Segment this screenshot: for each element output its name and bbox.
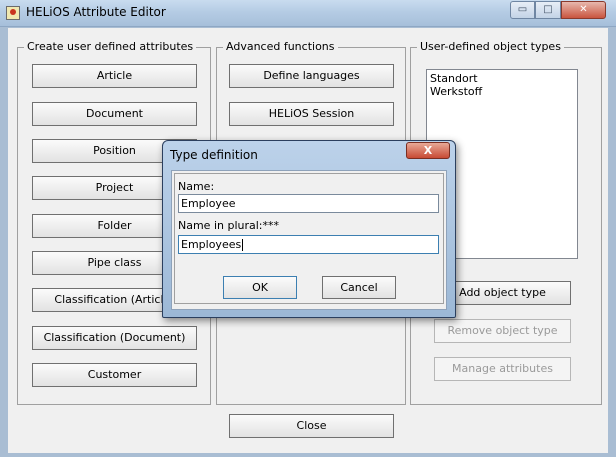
document-button[interactable]: Document [32, 102, 197, 126]
dialog-body: Name: Employee Name in plural:*** Employ… [171, 170, 447, 310]
maximize-icon: □ [543, 4, 553, 15]
text-caret [242, 239, 244, 251]
close-button[interactable]: Close [229, 414, 394, 438]
close-icon: X [423, 144, 433, 157]
classification-document-button[interactable]: Classification (Document) [32, 326, 197, 350]
window-title: HELiOS Attribute Editor [26, 5, 166, 19]
list-item[interactable]: Standort [430, 72, 574, 85]
dialog-close-button[interactable]: X [406, 142, 450, 159]
remove-object-type-button[interactable]: Remove object type [434, 319, 571, 343]
cancel-button[interactable]: Cancel [322, 276, 396, 299]
article-button[interactable]: Article [32, 64, 197, 88]
minimize-button[interactable]: ▭ [510, 1, 535, 19]
plural-name-label: Name in plural:*** [178, 219, 280, 232]
object-types-group-label: User-defined object types [417, 40, 564, 53]
close-icon: ✕ [579, 4, 588, 15]
dialog-title: Type definition [170, 148, 258, 162]
helios-session-button[interactable]: HELiOS Session [229, 102, 394, 126]
create-attributes-group-label: Create user defined attributes [24, 40, 197, 53]
name-input[interactable]: Employee [178, 194, 439, 213]
type-definition-dialog: Type definition X Name: Employee Name in… [162, 140, 456, 318]
name-label: Name: [178, 180, 215, 193]
plural-name-input-value: Employees [181, 238, 242, 251]
define-languages-button[interactable]: Define languages [229, 64, 394, 88]
window-close-button[interactable]: ✕ [561, 1, 606, 19]
list-item[interactable]: Werkstoff [430, 85, 574, 98]
name-input-value: Employee [181, 197, 236, 210]
plural-name-input[interactable]: Employees [178, 235, 439, 254]
customer-button[interactable]: Customer [32, 363, 197, 387]
ok-button[interactable]: OK [223, 276, 297, 299]
manage-attributes-button[interactable]: Manage attributes [434, 357, 571, 381]
minimize-icon: ▭ [517, 4, 528, 15]
maximize-button[interactable]: □ [535, 1, 561, 19]
app-icon [6, 6, 20, 20]
advanced-functions-group-label: Advanced functions [223, 40, 338, 53]
window-titlebar[interactable]: HELiOS Attribute Editor ▭ □ ✕ [0, 0, 616, 27]
